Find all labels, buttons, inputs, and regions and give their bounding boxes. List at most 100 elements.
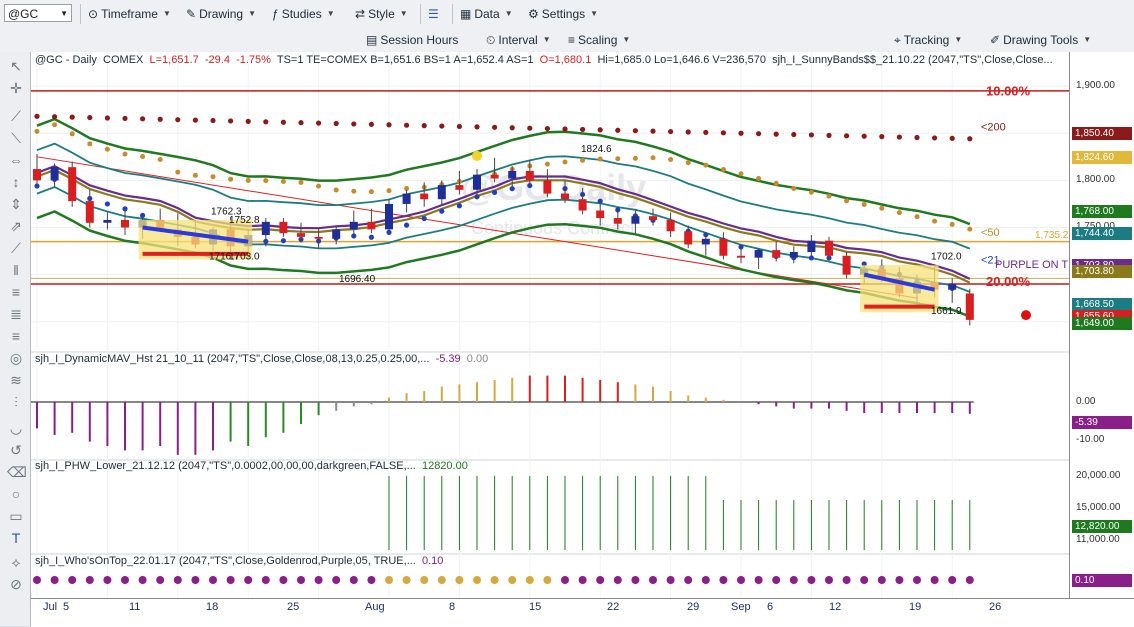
calendar-icon: ▤: [366, 33, 378, 47]
symbol-input[interactable]: @GC ▼: [4, 4, 72, 22]
pitchfork-icon[interactable]: ⟡: [7, 554, 25, 570]
scaling-menu[interactable]: ≡ Scaling ▼: [568, 30, 630, 50]
who-dot: [754, 576, 763, 584]
ma50-dot: [192, 172, 198, 178]
timeframe-menu[interactable]: ⊙ Timeframe ▼: [88, 4, 171, 24]
ma200-dot: [104, 115, 110, 121]
ma50-dot: [580, 157, 586, 163]
drawing-tools-menu[interactable]: ✐ Drawing Tools ▼: [990, 30, 1091, 50]
annotation-pct20: 20.00%: [986, 274, 1031, 289]
ma200-dot: [210, 117, 216, 124]
who-dot: [508, 576, 517, 584]
chart-plot-area[interactable]: @GC Daily Continuous Contract 10.00% 20.0…: [31, 52, 1069, 598]
ma200-dot: [34, 113, 40, 119]
candle-body: [508, 170, 517, 179]
who-dot: [789, 576, 798, 584]
style-menu[interactable]: ⇄ Style ▼: [355, 4, 408, 24]
candle-body: [437, 185, 446, 200]
fib-icon[interactable]: ⟋: [7, 240, 25, 256]
who-dot: [226, 576, 235, 584]
cycle-icon[interactable]: ⫶: [7, 394, 25, 410]
price-tag: 1,668.50: [1072, 298, 1132, 312]
ma21-dot: [421, 215, 427, 222]
ma50-dot: [175, 169, 181, 175]
marker-dot: [472, 150, 482, 161]
ellipse-icon[interactable]: ○: [7, 486, 25, 502]
channel-icon[interactable]: ⇕: [7, 196, 25, 212]
candle-body: [455, 185, 464, 190]
text-icon[interactable]: T: [7, 530, 25, 546]
phw-tag: 12,820.00: [1072, 520, 1132, 533]
eraser-icon[interactable]: ⌫: [7, 464, 27, 480]
who-dot: [367, 576, 376, 584]
annotation-p1696: 1696.40: [339, 274, 376, 285]
settings-menu[interactable]: ⚙ Settings ▼: [528, 4, 598, 24]
who-dot: [103, 576, 112, 584]
ma200-dot: [87, 114, 93, 121]
price-chart[interactable]: @GC Daily Continuous Contract 10.00%20.0…: [31, 52, 1069, 598]
ma200-dot: [52, 114, 58, 120]
ma50-dot: [861, 202, 867, 208]
pointer-icon[interactable]: ↖: [7, 58, 25, 74]
ma21-dot: [439, 208, 445, 214]
gann-icon[interactable]: ≡: [7, 328, 25, 344]
arc-icon[interactable]: ◡: [7, 420, 25, 436]
candle-body: [948, 284, 957, 290]
rectangle-icon[interactable]: ▭: [7, 508, 25, 524]
annotation-p1702: 1702.0: [931, 252, 962, 263]
who-dot: [138, 576, 147, 584]
price-axis[interactable]: 1,900.001,850.001,800.001,750.001,700.00…: [1069, 52, 1134, 598]
who-dot: [613, 576, 622, 584]
wave-icon[interactable]: ≋: [7, 372, 25, 388]
brush-icon: ✐: [990, 33, 1001, 47]
ma50-dot: [650, 155, 656, 161]
undo-icon[interactable]: ↺: [7, 442, 25, 458]
trendline-icon[interactable]: ⟋: [7, 108, 25, 124]
interval-menu[interactable]: ⏲ Interval ▼: [486, 30, 551, 50]
who-dot: [297, 576, 305, 584]
price-tick-label: 1,800.00: [1076, 174, 1115, 186]
ma50-dot: [52, 122, 58, 128]
ma200-dot: [685, 129, 691, 135]
who-dot: [649, 576, 657, 584]
ray-icon[interactable]: ⟍: [7, 130, 25, 146]
ma50-dot: [756, 175, 762, 181]
session-hours-menu[interactable]: ▤ Session Hours: [366, 30, 458, 50]
candle-body: [525, 170, 534, 181]
candle-body: [631, 216, 640, 224]
who-dot: [121, 576, 129, 584]
chart-header: @GC - Daily COMEX L=1,651.7 -29.4 -1.75%…: [35, 54, 1053, 66]
tracking-menu[interactable]: ⌖ Tracking ▼: [894, 30, 962, 50]
horizontal-line-icon[interactable]: ⇔: [7, 152, 25, 168]
studies-menu[interactable]: ƒ Studies ▼: [272, 4, 335, 24]
fan-icon[interactable]: ≣: [7, 306, 25, 322]
who-dot: [173, 576, 182, 584]
table-icon: ▦: [460, 7, 472, 21]
cross-icon[interactable]: ✛: [7, 80, 25, 96]
bars-tool-icon[interactable]: ‖: [7, 262, 25, 278]
time-axis[interactable]: Jul 5 11 18 25 Aug 8 15 22 29 Sep 6 12 19 26: [31, 598, 1134, 627]
delete-icon[interactable]: ⊘: [7, 576, 25, 592]
who-dot: [279, 576, 288, 584]
who-dot: [913, 576, 921, 584]
spiral-icon[interactable]: ◎: [7, 350, 25, 366]
drawing-menu[interactable]: ✎ Drawing ▼: [186, 4, 256, 24]
candle-body: [825, 240, 833, 256]
arrow-icon[interactable]: ⇗: [7, 218, 25, 234]
ma200-dot: [351, 121, 357, 127]
candle-body: [33, 169, 41, 181]
who-dot: [719, 576, 728, 584]
ma200-dot: [949, 135, 955, 141]
vertical-line-icon[interactable]: ↕: [7, 174, 25, 190]
data-menu[interactable]: ▦ Data ▼: [460, 4, 513, 24]
who-dot: [825, 576, 833, 584]
candle-body: [68, 167, 77, 202]
pencil-icon: ✎: [186, 7, 197, 21]
ma50-dot: [351, 188, 357, 194]
tracking-icon: ⌖: [894, 33, 901, 47]
ma50-dot: [368, 189, 374, 195]
layout-icon[interactable]: ☰: [428, 4, 439, 24]
who-dot: [156, 576, 165, 584]
ma200-dot: [896, 134, 903, 140]
levels-icon[interactable]: ≡: [7, 284, 25, 300]
